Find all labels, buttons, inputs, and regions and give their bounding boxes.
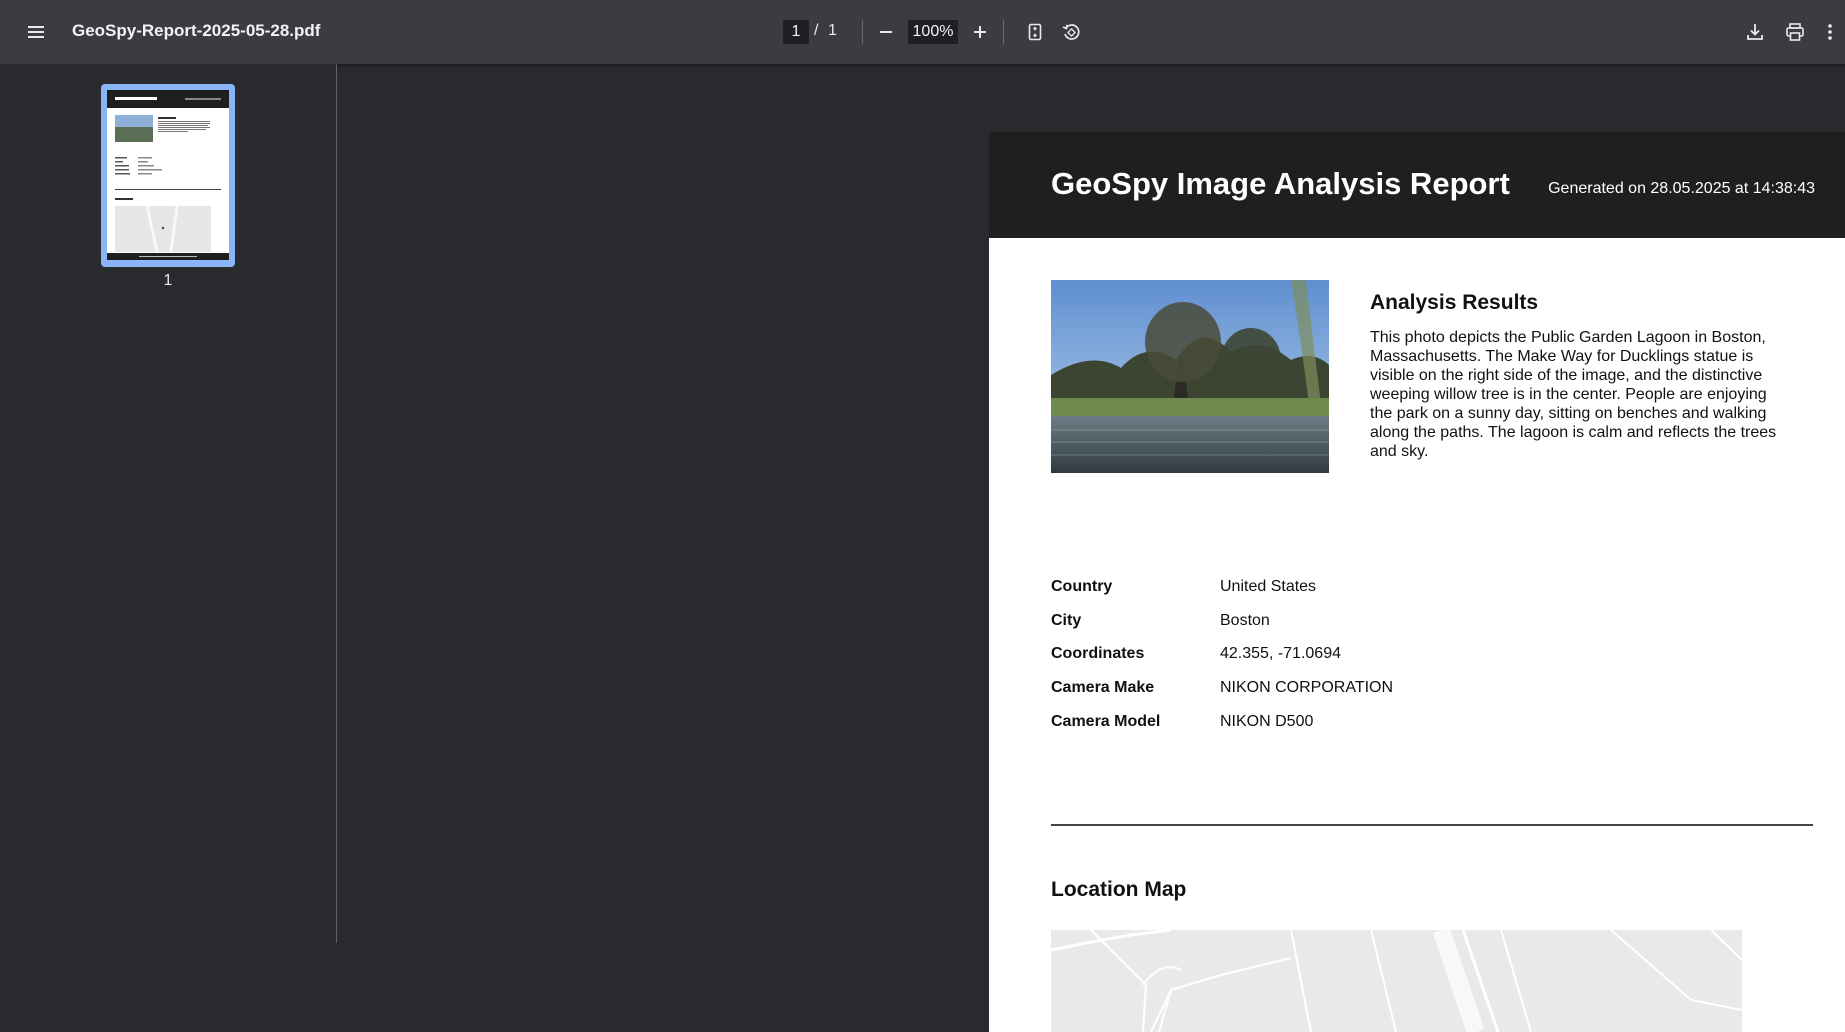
location-map	[1051, 930, 1742, 1032]
detail-value: United States	[1220, 578, 1317, 595]
detail-label: Camera Make	[1051, 679, 1155, 696]
analyzed-photo	[1051, 280, 1329, 473]
zoom-out-icon	[880, 31, 892, 33]
map-heading: Location Map	[1051, 878, 1187, 901]
toolbar-divider	[1003, 20, 1004, 44]
section-divider	[1051, 824, 1813, 826]
report-header: GeoSpy Image Analysis Report Generated o…	[989, 132, 1845, 238]
zoom-out-button[interactable]	[866, 12, 906, 52]
detail-label: Country	[1051, 578, 1113, 595]
more-actions-button[interactable]	[1815, 12, 1845, 52]
menu-button[interactable]	[16, 12, 56, 52]
more-vert-icon	[1828, 24, 1832, 40]
detail-value: Boston	[1220, 612, 1270, 629]
page-thumbnail[interactable]	[107, 90, 229, 260]
zoom-in-icon	[974, 26, 986, 38]
pdf-page: GeoSpy Image Analysis Report Generated o…	[989, 132, 1845, 1032]
page-total: 1	[828, 22, 837, 39]
document-title: GeoSpy-Report-2025-05-28.pdf	[72, 21, 321, 40]
detail-value: NIKON D500	[1220, 713, 1314, 730]
download-icon	[1747, 24, 1763, 40]
report-title: GeoSpy Image Analysis Report	[1051, 166, 1510, 201]
park-lagoon-image	[1051, 280, 1329, 473]
map-tiles	[1051, 930, 1742, 1032]
toolbar-divider	[862, 20, 863, 44]
zoom-level-input[interactable]: 100%	[908, 20, 958, 44]
detail-label: Coordinates	[1051, 645, 1145, 662]
generated-timestamp: Generated on 28.05.2025 at 14:38:43	[1548, 180, 1815, 197]
thumbnail-page-number: 1	[163, 272, 173, 289]
detail-value: 42.355, -71.0694	[1220, 645, 1341, 662]
zoom-in-button[interactable]	[960, 12, 1000, 52]
download-button[interactable]	[1735, 12, 1775, 52]
detail-value: NIKON CORPORATION	[1220, 679, 1394, 696]
analysis-text: This photo depicts the Public Garden Lag…	[1370, 329, 1777, 460]
print-button[interactable]	[1775, 12, 1815, 52]
fit-page-button[interactable]	[1015, 12, 1055, 52]
fit-page-icon	[1028, 23, 1042, 41]
detail-label: Camera Model	[1051, 713, 1161, 730]
rotate-icon	[1062, 24, 1080, 40]
rotate-button[interactable]	[1051, 12, 1091, 52]
thumbnail-preview	[107, 90, 229, 260]
pdf-toolbar: GeoSpy-Report-2025-05-28.pdf 1 / 1 100%	[0, 0, 1845, 64]
detail-label: City	[1051, 612, 1082, 629]
print-icon	[1786, 23, 1804, 41]
page-number-input[interactable]: 1	[783, 20, 809, 44]
analysis-heading: Analysis Results	[1370, 291, 1539, 314]
document-viewer[interactable]: GeoSpy Image Analysis Report Generated o…	[337, 64, 1845, 1032]
menu-icon	[28, 26, 44, 38]
page-separator: /	[814, 22, 819, 39]
